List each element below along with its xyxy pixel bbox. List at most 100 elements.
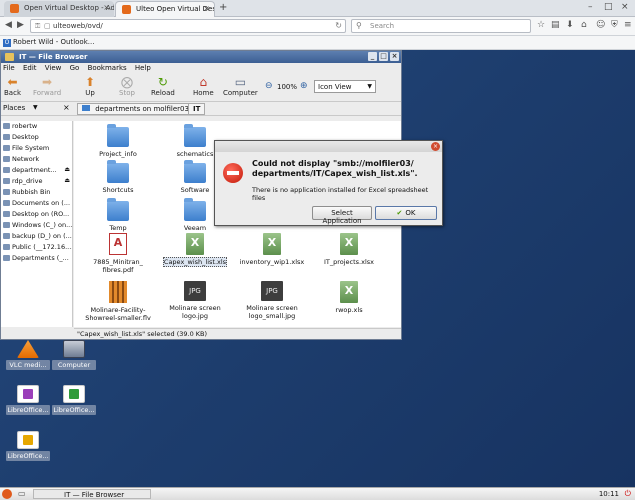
view-mode-select[interactable]: Icon View ▼ [314, 80, 376, 93]
place-item[interactable]: Rubbish Bin [1, 187, 72, 198]
close-icon[interactable]: × [103, 3, 110, 12]
stop-label: Stop [119, 89, 135, 97]
stop-button[interactable]: ⨂ Stop [119, 75, 135, 97]
check-icon: ✔ [396, 209, 403, 217]
menu-edit[interactable]: Edit [23, 64, 37, 72]
zoom-out-icon[interactable]: ⊖ [265, 81, 273, 91]
place-item[interactable]: Windows (C_) on... [1, 220, 72, 231]
home-button[interactable]: ⌂ Home [193, 75, 214, 97]
menu-icon[interactable]: ≡ [624, 20, 632, 30]
new-tab-icon[interactable]: + [219, 2, 227, 13]
dialog-titlebar[interactable]: × [215, 141, 442, 152]
places-header[interactable]: Places [3, 104, 25, 112]
place-item[interactable]: robertw [1, 121, 72, 132]
place-label: Departments (_... [12, 254, 69, 262]
file-item[interactable]: Temp [80, 198, 156, 232]
desktop-icon-libreoffice-impress[interactable]: LibreOffice... [6, 385, 50, 415]
file-item[interactable]: JPG Molinare screen logo_small.jpg [234, 281, 310, 320]
url-bar[interactable]: ⚿ ▢ ulteoweb/ovd/ ↻ [30, 19, 346, 33]
eject-icon[interactable]: ⏏ [64, 177, 70, 184]
desktop-icon-computer[interactable]: Computer [52, 340, 96, 370]
desktop-icon-vlc[interactable]: VLC medi... [6, 340, 50, 370]
reload-button[interactable]: ↻ Reload [151, 75, 175, 97]
shield-icon[interactable]: ⛨ [611, 20, 618, 30]
tab-ulteo-open-virtual-desktop[interactable]: Ulteo Open Virtual Desktop × [115, 1, 215, 17]
close-icon[interactable]: × [390, 52, 399, 61]
home-icon[interactable]: ⌂ [581, 20, 587, 30]
minimize-icon[interactable]: – [588, 2, 593, 12]
bookmark-star-icon[interactable]: ☆ [537, 20, 545, 30]
path-button-it[interactable]: IT [188, 103, 206, 115]
taskbar: ▭ IT — File Browser 10:11 ⏻ [0, 487, 635, 500]
menu-bookmarks[interactable]: Bookmarks [88, 64, 127, 72]
desktop-icon-libreoffice-calc[interactable]: LibreOffice... [52, 385, 96, 415]
file-name: inventory_wip1.xlsx [239, 258, 305, 266]
dialog-heading: Could not display "smb://molfiler03/ dep… [252, 159, 418, 178]
bookmarks-toolbar: O Robert Wild - Outlook... [0, 36, 635, 50]
file-item[interactable]: A 7885_Minitran_ fibres.pdf [80, 233, 156, 274]
ulteo-favicon-icon [10, 4, 19, 13]
maximize-icon[interactable]: □ [379, 52, 388, 61]
window-titlebar[interactable]: IT — File Browser _ □ × [1, 51, 401, 63]
chat-icon[interactable]: ☺ [596, 20, 605, 30]
place-item[interactable]: rdp_drive ⏏ [1, 176, 72, 187]
file-item[interactable]: Xrwop.xls [311, 281, 387, 314]
file-item[interactable]: JPG Molinare screen logo.jpg [157, 281, 233, 320]
error-dialog: × Could not display "smb://molfiler03/ d… [214, 140, 443, 226]
up-button[interactable]: ⬆ Up [85, 75, 95, 97]
back-arrow-icon[interactable]: ◀ [5, 20, 12, 30]
file-item[interactable]: Project_info [80, 124, 156, 158]
place-item[interactable]: Network [1, 154, 72, 165]
file-item[interactable]: X Capex_wish_list.xls [157, 233, 233, 267]
close-sidebar-icon[interactable]: × [63, 103, 70, 112]
start-menu-icon[interactable] [2, 489, 12, 499]
place-item[interactable]: File System [1, 143, 72, 154]
logout-icon[interactable]: ⏻ [625, 489, 631, 499]
place-item[interactable]: Desktop [1, 132, 72, 143]
forward-button[interactable]: ➡ Forward [33, 75, 61, 97]
select-application-button[interactable]: Select Application [312, 206, 372, 225]
file-item[interactable]: X IT_projects.xlsx [311, 233, 387, 266]
file-item[interactable]: Xinventory_wip1.xlsx [234, 233, 310, 266]
menu-go[interactable]: Go [70, 64, 80, 72]
chevron-down-icon[interactable]: ▼ [33, 104, 38, 111]
computer-button[interactable]: ▭ Computer [223, 75, 258, 97]
place-item[interactable]: Documents on (... [1, 198, 72, 209]
show-desktop-icon[interactable]: ▭ [18, 489, 26, 498]
path-label: IT [193, 105, 201, 113]
pdf-file-icon: A [109, 233, 127, 255]
zoom-in-icon[interactable]: ⊕ [300, 81, 308, 91]
forward-arrow-icon[interactable]: ▶ [17, 20, 24, 30]
tab-open-virtual-desktop-admin[interactable]: Open Virtual Desktop - Ad... × [4, 1, 114, 17]
place-item[interactable]: department... ⏏ [1, 165, 72, 176]
place-item[interactable]: Desktop on (RO... [1, 209, 72, 220]
search-placeholder: Search [370, 22, 395, 30]
spreadsheet-file-icon: X [340, 281, 358, 303]
ok-button[interactable]: ✔ OK [375, 206, 437, 220]
place-item[interactable]: Public (__172.16.... [1, 242, 72, 253]
maximize-icon[interactable]: □ [604, 2, 613, 12]
bookmark-outlook[interactable]: O Robert Wild - Outlook... [3, 38, 94, 47]
desktop-icon-libreoffice-draw[interactable]: LibreOffice... [6, 431, 50, 461]
taskbar-item-file-browser[interactable]: IT — File Browser [33, 489, 151, 499]
path-button-departments[interactable]: departments on molfiler03 [77, 103, 194, 115]
place-item[interactable]: backup (D_) on (... [1, 231, 72, 242]
file-item[interactable]: Molinare-Facility-Showreel-smaller.flv [80, 281, 156, 322]
reload-icon[interactable]: ↻ [335, 21, 342, 30]
back-button[interactable]: ⬅ Back [4, 75, 21, 97]
reading-list-icon[interactable]: ▤ [551, 20, 560, 30]
video-file-icon [109, 281, 127, 303]
menu-help[interactable]: Help [135, 64, 151, 72]
close-icon[interactable]: × [431, 142, 440, 151]
close-icon[interactable]: × [203, 4, 210, 13]
minimize-icon[interactable]: _ [368, 52, 377, 61]
file-item[interactable]: Shortcuts [80, 160, 156, 194]
close-window-icon[interactable]: × [621, 2, 629, 12]
search-bar[interactable]: ⚲ Search [351, 19, 531, 33]
place-item[interactable]: Departments (_... [1, 253, 72, 264]
download-icon[interactable]: ⬇ [566, 20, 574, 30]
eject-icon[interactable]: ⏏ [64, 166, 70, 173]
image-file-icon: JPG [184, 281, 206, 301]
menu-view[interactable]: View [45, 64, 62, 72]
menu-file[interactable]: File [3, 64, 15, 72]
